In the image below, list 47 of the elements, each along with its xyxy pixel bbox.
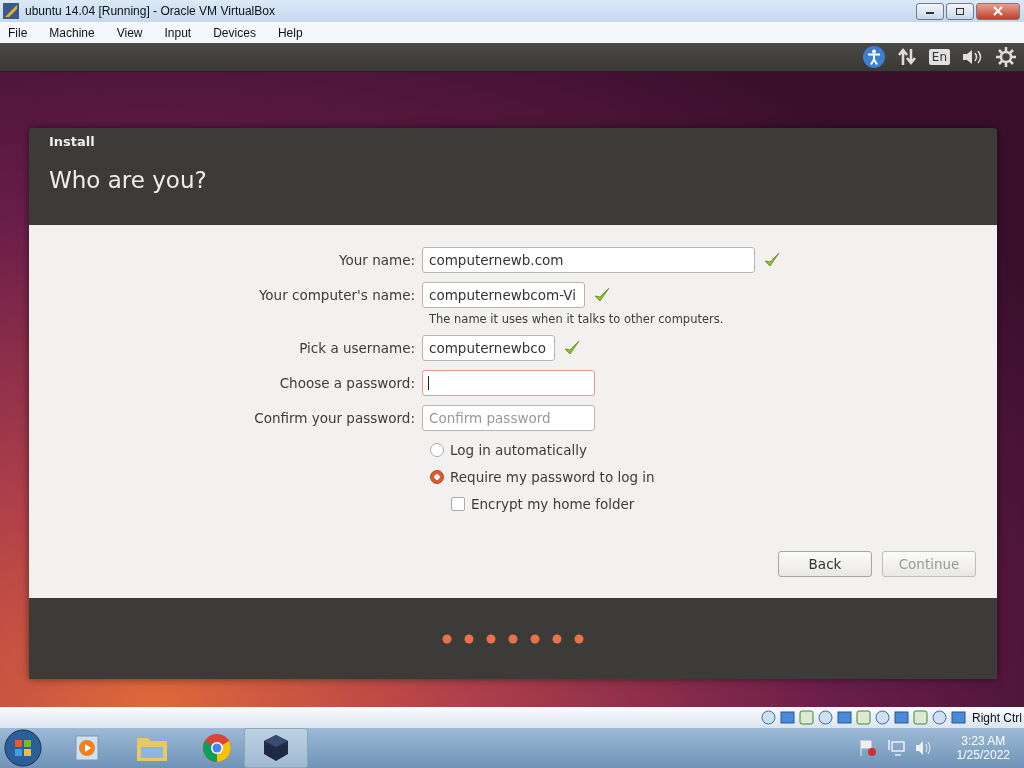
- text-field[interactable]: [422, 370, 595, 396]
- dialog-button[interactable]: Back: [778, 551, 872, 577]
- cube-icon: [262, 733, 290, 763]
- keyboard-layout-indicator[interactable]: En: [928, 49, 950, 65]
- page-heading: Who are you?: [49, 167, 208, 193]
- clock-time: 3:23 AM: [961, 734, 1006, 748]
- text-field[interactable]: computernewbco: [422, 335, 555, 361]
- menu-item[interactable]: View: [116, 25, 143, 40]
- radio-button[interactable]: [430, 443, 444, 457]
- field-label: Your computer's name:: [257, 287, 416, 303]
- text-field[interactable]: computernewb.com: [422, 247, 755, 273]
- settings-icon[interactable]: [996, 47, 1016, 67]
- maximize-button[interactable]: [946, 2, 974, 20]
- accessibility-icon[interactable]: [862, 46, 885, 68]
- option-label[interactable]: Require my password to log in: [450, 469, 655, 485]
- close-icon: [993, 6, 1003, 16]
- option-label[interactable]: Encrypt my home folder: [471, 496, 635, 512]
- clock-date: 1/25/2022: [956, 748, 1010, 762]
- section-title: Install: [49, 134, 96, 149]
- field-label: Choose a password:: [278, 375, 416, 391]
- menu-item[interactable]: Devices: [213, 25, 256, 40]
- flag-icon[interactable]: [858, 739, 877, 757]
- app-icon: [3, 3, 19, 19]
- maximize-icon: [955, 6, 965, 16]
- radio-button[interactable]: [430, 470, 444, 484]
- minimize-button[interactable]: [916, 2, 944, 20]
- menu-item[interactable]: Help: [277, 25, 303, 40]
- close-button[interactable]: [976, 2, 1020, 20]
- browser-icon[interactable]: [202, 733, 232, 763]
- menu-item[interactable]: Machine: [49, 25, 95, 40]
- field-label: Your name:: [338, 252, 416, 268]
- menu-item[interactable]: Input: [164, 25, 192, 40]
- field-hint: The name it uses when it talks to other computers.: [429, 312, 725, 326]
- text-field[interactable]: Confirm password: [422, 405, 595, 431]
- text-field[interactable]: computernewbcom-Vi: [422, 282, 585, 308]
- start-button[interactable]: [4, 729, 42, 767]
- progress-dots-icon: [442, 633, 584, 644]
- field-label: Pick a username:: [298, 340, 416, 356]
- speaker-icon[interactable]: [962, 48, 984, 66]
- taskbar-button[interactable]: [244, 728, 308, 768]
- checkbox[interactable]: [451, 497, 465, 511]
- window-title: ubuntu 14.04 [Running] - Oracle VM VirtualBox: [25, 4, 275, 18]
- host-key-label: Right Ctrl: [972, 710, 1022, 725]
- menu-item[interactable]: File: [8, 25, 28, 40]
- field-label: Confirm your password:: [253, 410, 416, 426]
- option-label[interactable]: Log in automatically: [450, 442, 588, 458]
- media-player-icon[interactable]: [74, 734, 102, 762]
